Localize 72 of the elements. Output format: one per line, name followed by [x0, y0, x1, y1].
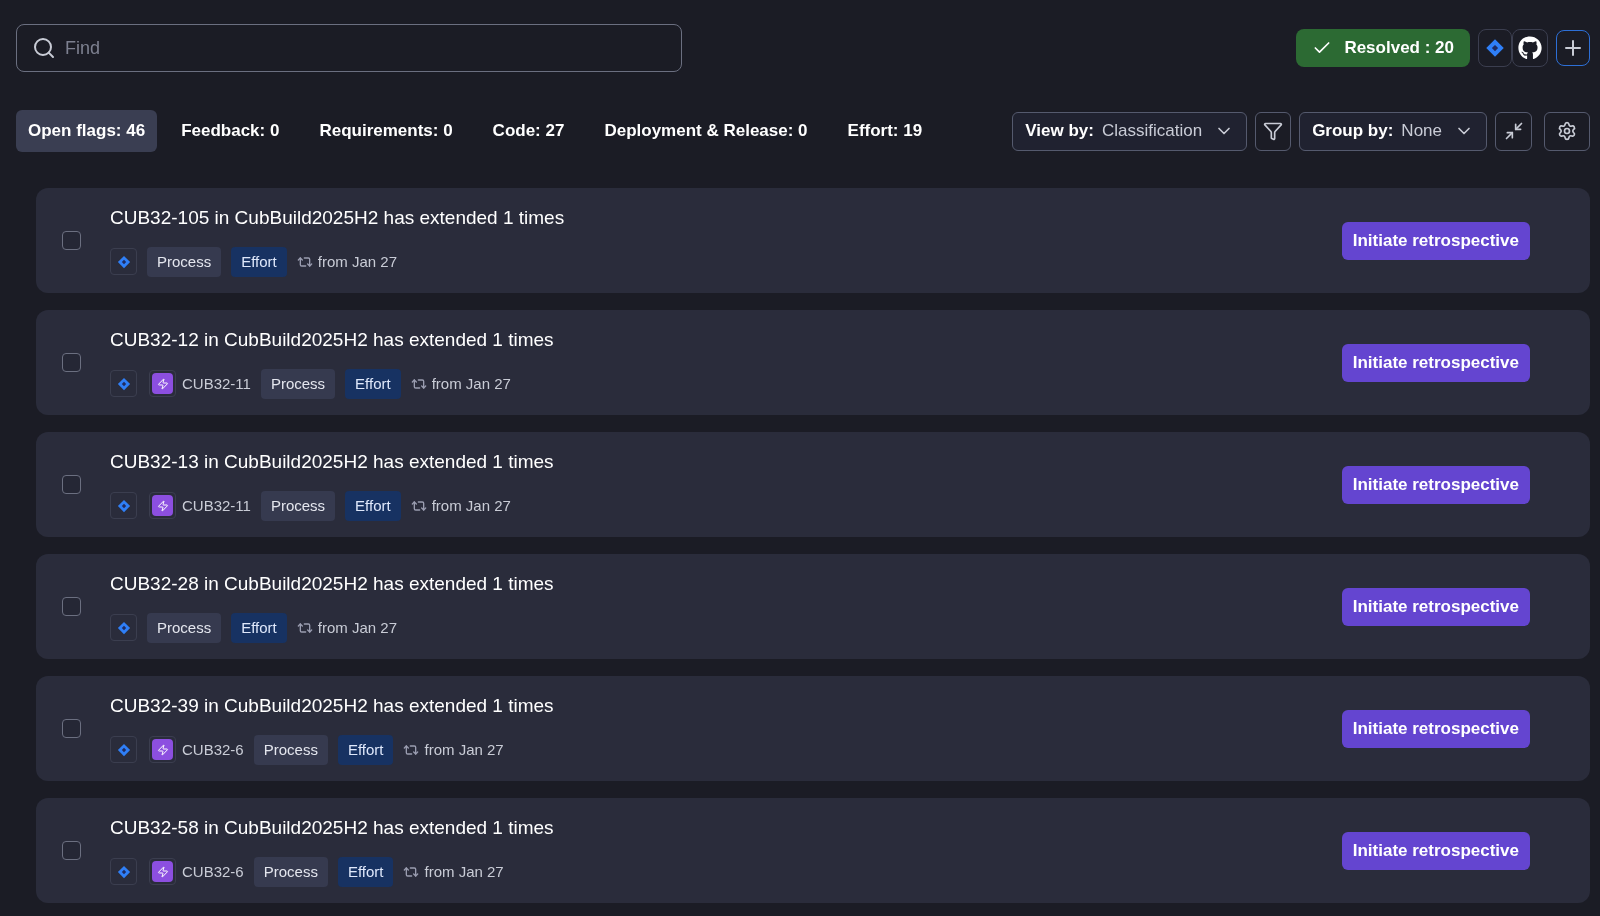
tag: Process: [260, 368, 336, 399]
checkbox[interactable]: [62, 231, 81, 250]
since-date: from Jan 27: [431, 495, 511, 516]
parent-issue: CUB32-11: [182, 373, 251, 394]
checkbox[interactable]: [62, 597, 81, 616]
filter-icon: [1263, 121, 1284, 141]
retrospective-button[interactable]: Initiate retrospective: [1341, 709, 1530, 748]
diamond-icon: [116, 864, 131, 879]
since-date: from Jan 27: [317, 251, 397, 272]
diamond-icon: [116, 254, 131, 269]
parent-issue: CUB32-11: [182, 495, 251, 516]
collapse-button[interactable]: [1495, 111, 1532, 151]
flag-title: CUB32-105 in CubBuild2025H2 has extended 1 times: [110, 206, 566, 231]
search-field[interactable]: Find: [16, 24, 682, 72]
diamond-icon: [1485, 38, 1505, 58]
collapse-icon: [1503, 121, 1524, 141]
group-by-dropdown[interactable]: Group by: None: [1299, 111, 1487, 151]
flag-title: CUB32-39 in CubBuild2025H2 has extended 1 times: [110, 694, 555, 719]
github-icon: [1518, 36, 1542, 60]
github-integration-button[interactable]: [1512, 29, 1548, 67]
tag: Process: [253, 734, 328, 765]
add-button[interactable]: [1556, 30, 1590, 66]
parent-issue: CUB32-6: [182, 739, 244, 760]
checkbox[interactable]: [62, 841, 81, 860]
filter-tab[interactable]: Feedback: 0: [165, 110, 296, 152]
retrospective-button[interactable]: Initiate retrospective: [1341, 221, 1530, 260]
parent-issue: CUB32-6: [182, 861, 244, 882]
since-date: from Jan 27: [431, 373, 511, 394]
checkbox[interactable]: [62, 353, 81, 372]
filter-tab[interactable]: Requirements: 0: [303, 110, 469, 152]
jira-integration-button[interactable]: [1478, 29, 1512, 67]
tag: Process: [260, 490, 336, 521]
tag: Effort: [345, 490, 401, 521]
tag: Effort: [231, 246, 287, 277]
checkbox[interactable]: [62, 719, 81, 738]
diamond-icon: [116, 620, 131, 635]
view-by-dropdown[interactable]: View by: Classification: [1012, 111, 1248, 151]
tag: Effort: [337, 856, 394, 887]
filter-tab[interactable]: Deployment & Release: 0: [588, 110, 824, 152]
diamond-icon: [116, 498, 131, 513]
filter-tab[interactable]: Open flags: 46: [16, 110, 158, 152]
filter-button[interactable]: [1255, 111, 1292, 151]
diamond-icon: [116, 376, 131, 391]
checkbox[interactable]: [62, 475, 81, 494]
flag-title: CUB32-28 in CubBuild2025H2 has extended 1 times: [110, 572, 555, 597]
filter-tab[interactable]: Code: 27: [476, 110, 581, 152]
settings-button[interactable]: [1544, 111, 1590, 151]
tag: Effort: [337, 734, 394, 765]
flag-title: CUB32-12 in CubBuild2025H2 has extended 1 times: [110, 328, 555, 353]
retrospective-button[interactable]: Initiate retrospective: [1341, 831, 1530, 870]
settings-icon: [1557, 121, 1577, 141]
lightning-badge: [149, 492, 176, 520]
tag: Effort: [345, 368, 401, 399]
diamond-icon: [116, 742, 131, 757]
retrospective-button[interactable]: Initiate retrospective: [1341, 465, 1530, 504]
since-date: from Jan 27: [424, 861, 504, 882]
tag: Process: [147, 612, 222, 643]
lightning-badge: [149, 736, 176, 764]
lightning-badge: [149, 370, 176, 398]
flag-title: CUB32-13 in CubBuild2025H2 has extended 1 times: [110, 450, 555, 475]
resolved-button[interactable]: Resolved : 20: [1296, 29, 1470, 67]
filter-tab[interactable]: Effort: 19: [831, 110, 939, 152]
since-date: from Jan 27: [424, 739, 504, 760]
retrospective-button[interactable]: Initiate retrospective: [1341, 343, 1530, 382]
retrospective-button[interactable]: Initiate retrospective: [1341, 587, 1530, 626]
tag: Process: [147, 246, 222, 277]
lightning-badge: [149, 858, 176, 886]
flag-title: CUB32-58 in CubBuild2025H2 has extended 1 times: [110, 816, 555, 841]
tag: Process: [253, 856, 328, 887]
search-icon: [32, 36, 56, 60]
tag: Effort: [231, 612, 287, 643]
since-date: from Jan 27: [317, 617, 397, 638]
